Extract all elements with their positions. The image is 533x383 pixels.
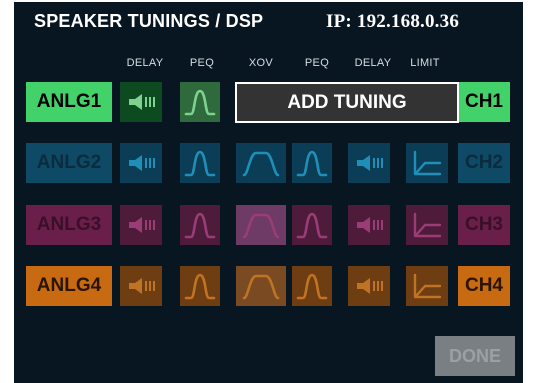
limit-tile-4[interactable] bbox=[406, 266, 448, 306]
column-header-delay: DELAY bbox=[126, 57, 164, 69]
input-label-text: ANLG4 bbox=[36, 275, 102, 296]
output-channel-1[interactable]: CH1 bbox=[458, 82, 510, 122]
limiter-icon bbox=[411, 211, 443, 239]
input-label-3[interactable]: ANLG3 bbox=[26, 205, 112, 245]
output-channel-text: CH3 bbox=[464, 214, 503, 235]
peq-bell-icon bbox=[184, 87, 216, 117]
peq-tile-2[interactable] bbox=[180, 143, 220, 183]
input-label-2[interactable]: ANLG2 bbox=[26, 143, 112, 183]
ip-address-label: IP: 192.168.0.36 bbox=[326, 11, 460, 32]
input-label-text: ANLG3 bbox=[36, 214, 102, 235]
output-channel-text: CH1 bbox=[464, 91, 503, 112]
delay-tile-2[interactable] bbox=[120, 143, 162, 183]
peq2-tile-2[interactable] bbox=[292, 143, 332, 183]
peq2-tile-3[interactable] bbox=[292, 205, 332, 245]
limit-tile-3[interactable] bbox=[406, 205, 448, 245]
peq2-tile-4[interactable] bbox=[292, 266, 332, 306]
delay2-tile-2[interactable] bbox=[348, 143, 390, 183]
peq-bell-icon bbox=[296, 148, 328, 178]
delay-tile-4[interactable] bbox=[120, 266, 162, 306]
peq-bell-icon bbox=[184, 271, 216, 301]
speaker-delay-icon bbox=[126, 152, 156, 174]
input-label-text: ANLG1 bbox=[36, 91, 102, 112]
speaker-delay-icon bbox=[354, 275, 384, 297]
dsp-screen: SPEAKER TUNINGS / DSP IP: 192.168.0.36 D… bbox=[14, 2, 523, 383]
peq-bell-icon bbox=[296, 271, 328, 301]
xov-tile-3[interactable] bbox=[236, 205, 286, 245]
column-header-limit: LIMIT bbox=[410, 57, 440, 69]
column-header-peq-2: PEQ bbox=[304, 57, 330, 69]
output-channel-text: CH2 bbox=[464, 152, 503, 173]
output-channel-4[interactable]: CH4 bbox=[458, 266, 510, 306]
limiter-icon bbox=[411, 149, 443, 177]
peq-bell-icon bbox=[184, 148, 216, 178]
delay2-tile-3[interactable] bbox=[348, 205, 390, 245]
output-channel-3[interactable]: CH3 bbox=[458, 205, 510, 245]
column-header-delay-2: DELAY bbox=[354, 57, 392, 69]
limiter-icon bbox=[411, 272, 443, 300]
done-button[interactable]: DONE bbox=[435, 336, 515, 376]
peq-bell-icon bbox=[184, 210, 216, 240]
speaker-delay-icon bbox=[126, 275, 156, 297]
speaker-delay-icon bbox=[354, 214, 384, 236]
output-channel-2[interactable]: CH2 bbox=[458, 143, 510, 183]
speaker-delay-icon bbox=[126, 214, 156, 236]
input-label-1[interactable]: ANLG1 bbox=[26, 82, 112, 122]
speaker-delay-icon bbox=[354, 152, 384, 174]
limit-tile-2[interactable] bbox=[406, 143, 448, 183]
column-header-xov: XOV bbox=[248, 57, 274, 69]
delay-tile-3[interactable] bbox=[120, 205, 162, 245]
peq-tile-1[interactable] bbox=[180, 82, 220, 122]
delay-tile-1[interactable] bbox=[120, 82, 162, 122]
add-tuning-button[interactable]: ADD TUNING bbox=[235, 82, 459, 123]
crossover-icon bbox=[241, 271, 281, 301]
page-title: SPEAKER TUNINGS / DSP bbox=[34, 11, 264, 31]
speaker-delay-icon bbox=[126, 91, 156, 113]
peq-bell-icon bbox=[296, 210, 328, 240]
crossover-icon bbox=[241, 148, 281, 178]
column-header-peq: PEQ bbox=[189, 57, 215, 69]
output-channel-text: CH4 bbox=[464, 275, 503, 296]
input-label-4[interactable]: ANLG4 bbox=[26, 266, 112, 306]
xov-tile-4[interactable] bbox=[236, 266, 286, 306]
input-label-text: ANLG2 bbox=[36, 152, 102, 173]
crossover-icon bbox=[241, 210, 281, 240]
delay2-tile-4[interactable] bbox=[348, 266, 390, 306]
peq-tile-3[interactable] bbox=[180, 205, 220, 245]
xov-tile-2[interactable] bbox=[236, 143, 286, 183]
peq-tile-4[interactable] bbox=[180, 266, 220, 306]
